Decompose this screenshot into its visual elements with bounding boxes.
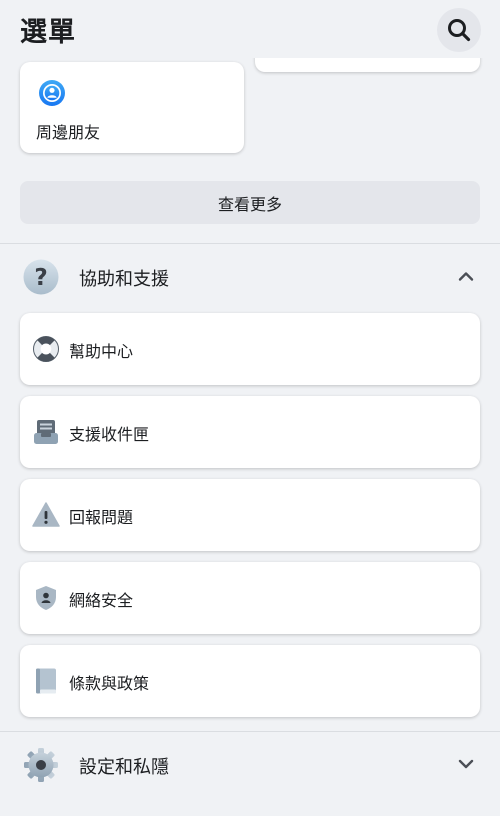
list-item-online-safety[interactable]: 網絡安全 [20, 562, 480, 634]
search-icon [448, 19, 471, 42]
chevron-up-icon [458, 272, 474, 281]
list-item-terms-policies[interactable]: 條款與政策 [20, 645, 480, 717]
item-label: 網絡安全 [69, 591, 134, 610]
item-label: 支援收件匣 [69, 425, 150, 444]
page-title: 選單 [20, 17, 76, 48]
shield-user-icon [36, 586, 56, 610]
list-item-report-problem[interactable]: 回報問題 [20, 479, 480, 551]
list-item-support-inbox[interactable]: 支援收件匣 [20, 396, 480, 468]
warning-icon [32, 502, 60, 527]
settings-section-label: 設定和私隱 [79, 757, 169, 778]
list-item-help-center[interactable]: 幫助中心 [20, 313, 480, 385]
shortcut-label: 周邊朋友 [36, 123, 101, 142]
inbox-tray-icon [34, 420, 58, 444]
see-more-button[interactable]: 查看更多 [20, 181, 480, 224]
help-section-header[interactable]: ? 協助和支援 [0, 246, 500, 306]
divider [0, 731, 500, 732]
help-section-label: 協助和支援 [79, 269, 169, 290]
shortcut-nearby-friends[interactable]: 周邊朋友 [20, 62, 244, 153]
search-button[interactable] [437, 8, 481, 52]
divider [0, 243, 500, 244]
book-icon [36, 668, 56, 694]
item-label: 幫助中心 [69, 342, 134, 361]
item-label: 條款與政策 [69, 674, 150, 693]
chevron-down-icon [458, 759, 474, 769]
question-icon: ? [23, 259, 59, 295]
top-bar: 選單 [0, 0, 500, 58]
nearby-friends-icon [39, 80, 65, 106]
settings-section-header[interactable]: 設定和私隱 [0, 734, 500, 794]
gear-icon [24, 748, 58, 782]
svg-text:?: ? [34, 265, 47, 291]
lifebuoy-icon [33, 336, 59, 362]
item-label: 回報問題 [69, 508, 134, 527]
